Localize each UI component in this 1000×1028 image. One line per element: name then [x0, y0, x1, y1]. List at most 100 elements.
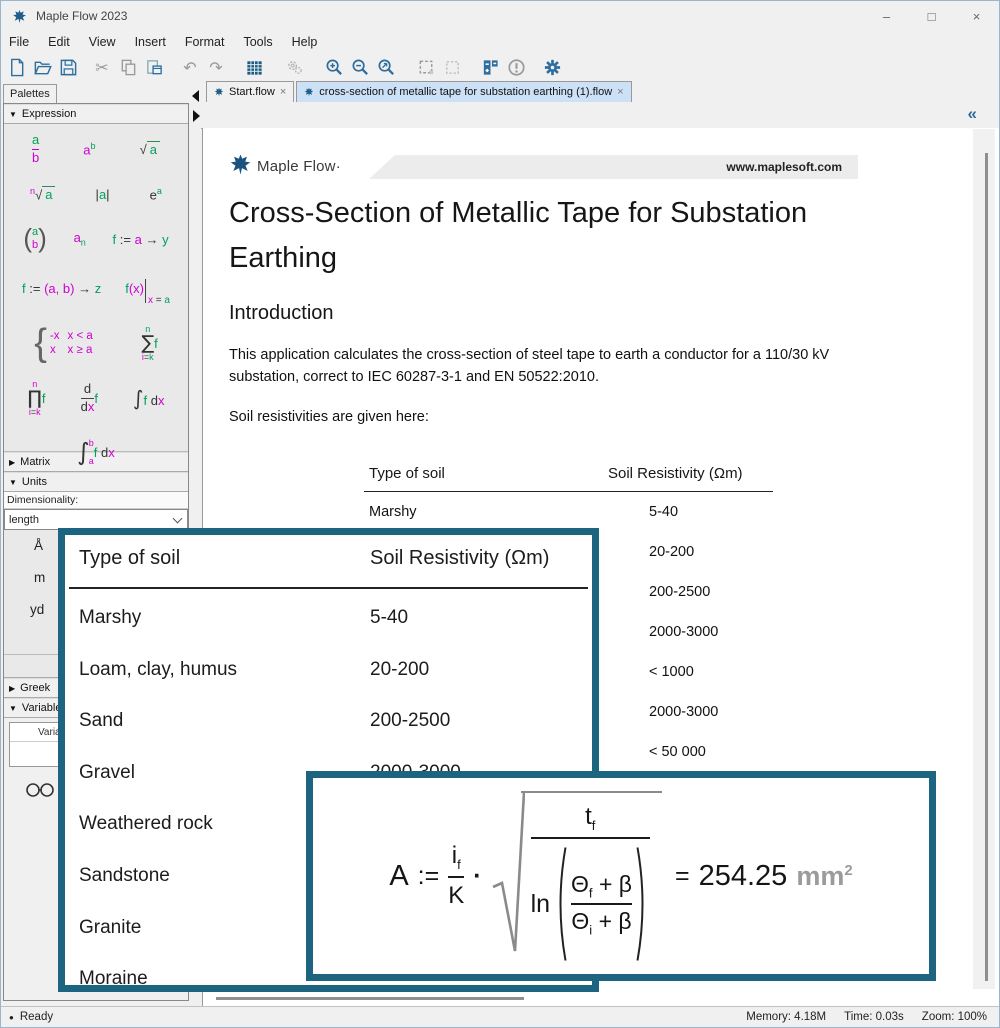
- soil-paragraph: Soil resistivities are given here:: [229, 406, 877, 428]
- palette-item-derivative[interactable]: ddx f: [81, 382, 98, 414]
- doc-table-cell: < 50 000: [649, 744, 706, 760]
- doc-table-cell: 2000-3000: [649, 704, 718, 720]
- callout-cell: Gravel: [79, 762, 135, 784]
- palette-item-exp[interactable]: ea: [150, 186, 162, 202]
- tab-start-flow[interactable]: Start.flow ×: [206, 81, 294, 102]
- tab-close-icon[interactable]: ×: [617, 86, 623, 98]
- doc-table-header-soil: Type of soil: [369, 465, 445, 482]
- copy-icon[interactable]: [118, 58, 138, 78]
- menu-help[interactable]: Help: [292, 35, 318, 49]
- redo-icon[interactable]: ↷: [206, 58, 226, 78]
- menu-edit[interactable]: Edit: [48, 35, 70, 49]
- maple-leaf-icon: [304, 87, 314, 97]
- expression-palette-body: ab ab √a n√a |a|: [4, 124, 188, 452]
- dimensionality-label: Dimensionality:: [4, 492, 188, 509]
- vertical-scrollbar-thumb[interactable]: [985, 153, 988, 981]
- close-button[interactable]: ×: [954, 1, 999, 31]
- app-window: Maple Flow 2023 – □ × File Edit View Ins…: [0, 0, 1000, 1028]
- palette-item-vector[interactable]: ( ab ): [23, 226, 46, 251]
- palette-item-product[interactable]: n ∏ i=k f: [28, 380, 46, 417]
- callout-cell: Sand: [79, 710, 123, 732]
- minimize-button[interactable]: –: [864, 1, 909, 31]
- maple-flow-logo-icon: [229, 153, 252, 176]
- window-title: Maple Flow 2023: [36, 9, 127, 23]
- palette-item-map[interactable]: f := a → y: [113, 232, 169, 247]
- formula-frac-if-K: if K: [448, 842, 464, 910]
- menu-insert[interactable]: Insert: [135, 35, 166, 49]
- palette-item-map2[interactable]: f := (a, b) → z: [22, 281, 101, 296]
- callout-cell: Weathered rock: [79, 813, 213, 835]
- radical-icon: [491, 789, 525, 957]
- tab-cross-section[interactable]: cross-section of metallic tape for subst…: [296, 81, 631, 102]
- zoom-out-icon[interactable]: [350, 58, 370, 78]
- menu-format[interactable]: Format: [185, 35, 225, 49]
- new-file-icon[interactable]: [6, 58, 26, 78]
- intro-paragraph: This application calculates the cross-se…: [229, 344, 877, 388]
- website-link[interactable]: www.maplesoft.com: [726, 160, 842, 174]
- expression-section-header[interactable]: ▼ Expression: [4, 104, 188, 124]
- menu-tools[interactable]: Tools: [243, 35, 272, 49]
- zoom-reset-icon[interactable]: [376, 58, 396, 78]
- palette-item-sqrt[interactable]: √a: [140, 142, 160, 157]
- menu-file[interactable]: File: [9, 35, 29, 49]
- doc-table-cell: 20-200: [649, 544, 694, 560]
- palette-item-definite-integral[interactable]: ∫ ba f dx: [77, 438, 115, 466]
- eval-bar: [145, 279, 146, 303]
- expand-right-icon[interactable]: [193, 110, 200, 122]
- palette-item-abs[interactable]: |a|: [96, 187, 110, 202]
- palette-item-piecewise[interactable]: { -xx < a xx ≥ a: [34, 325, 93, 361]
- doc-table-cell: Marshy: [369, 504, 417, 520]
- paste-icon[interactable]: [144, 58, 164, 78]
- header-banner: www.maplesoft.com: [369, 155, 858, 179]
- palette-item-sum[interactable]: n ∑ i=k f: [141, 325, 157, 362]
- menu-view[interactable]: View: [89, 35, 116, 49]
- unit-item-m[interactable]: m: [34, 570, 45, 585]
- doc-table-cell: 5-40: [649, 504, 678, 520]
- palettes-tab[interactable]: Palettes: [3, 84, 57, 103]
- undo-icon[interactable]: ↶: [180, 58, 200, 78]
- palette-item-eval-at[interactable]: f(x) x = a: [125, 281, 170, 296]
- chevron-expanded-icon: ▼: [9, 704, 17, 713]
- cut-icon[interactable]: ✂: [92, 58, 112, 78]
- zoom-callout-formula: A := if K · tf ln: [306, 771, 936, 981]
- vertical-scrollbar-track[interactable]: [973, 129, 995, 989]
- zoom-in-icon[interactable]: [324, 58, 344, 78]
- palette-item-fraction[interactable]: ab: [32, 133, 39, 165]
- open-file-icon[interactable]: [32, 58, 52, 78]
- toggle-math-panels-icon[interactable]: [480, 58, 500, 78]
- collapse-left-icon[interactable]: [192, 90, 199, 102]
- callout-cell: 200-2500: [370, 710, 450, 732]
- select-lasso-icon: [442, 58, 462, 78]
- palette-item-power[interactable]: ab: [83, 141, 95, 157]
- doc-table-cell: 2000-3000: [649, 624, 718, 640]
- units-section-header[interactable]: ▼ Units: [4, 472, 188, 492]
- left-paren-icon: [553, 845, 568, 963]
- evaluation-gears-icon: [284, 58, 304, 78]
- chevron-down-icon: [173, 514, 183, 524]
- palette-item-indexed[interactable]: an: [74, 230, 86, 248]
- palette-item-integral[interactable]: ∫f dx: [133, 386, 164, 410]
- doc-table-rule: [364, 491, 773, 492]
- palette-item-nroot[interactable]: n√a: [30, 186, 55, 202]
- unit-item-yd[interactable]: yd: [30, 602, 44, 617]
- dimensionality-select[interactable]: length: [4, 509, 188, 530]
- glasses-icon[interactable]: [24, 781, 56, 797]
- save-icon[interactable]: [58, 58, 78, 78]
- formula-inner-frac: Θf + β Θi + β: [571, 871, 632, 938]
- section-heading: Introduction: [229, 302, 334, 325]
- formula-result: 254.25: [699, 860, 788, 893]
- chevron-collapsed-icon: ▶: [9, 458, 15, 467]
- unit-item-angstrom[interactable]: Å: [34, 538, 43, 553]
- horizontal-scrollbar-thumb[interactable]: [216, 997, 524, 1000]
- callout-cell: 20-200: [370, 659, 429, 681]
- chevron-expanded-icon: ▼: [9, 110, 17, 119]
- tab-close-icon[interactable]: ×: [280, 86, 286, 98]
- doc-table-cell: 200-2500: [649, 584, 710, 600]
- callout-cell: Moraine: [79, 968, 148, 990]
- callout-header-resistivity: Soil Resistivity (Ωm): [370, 547, 549, 570]
- collapse-panel-icon[interactable]: «: [968, 104, 977, 124]
- maximize-button[interactable]: □: [909, 1, 954, 31]
- settings-gear-icon[interactable]: [542, 58, 562, 78]
- callout-cell: Loam, clay, humus: [79, 659, 237, 681]
- grid-icon[interactable]: [244, 58, 264, 78]
